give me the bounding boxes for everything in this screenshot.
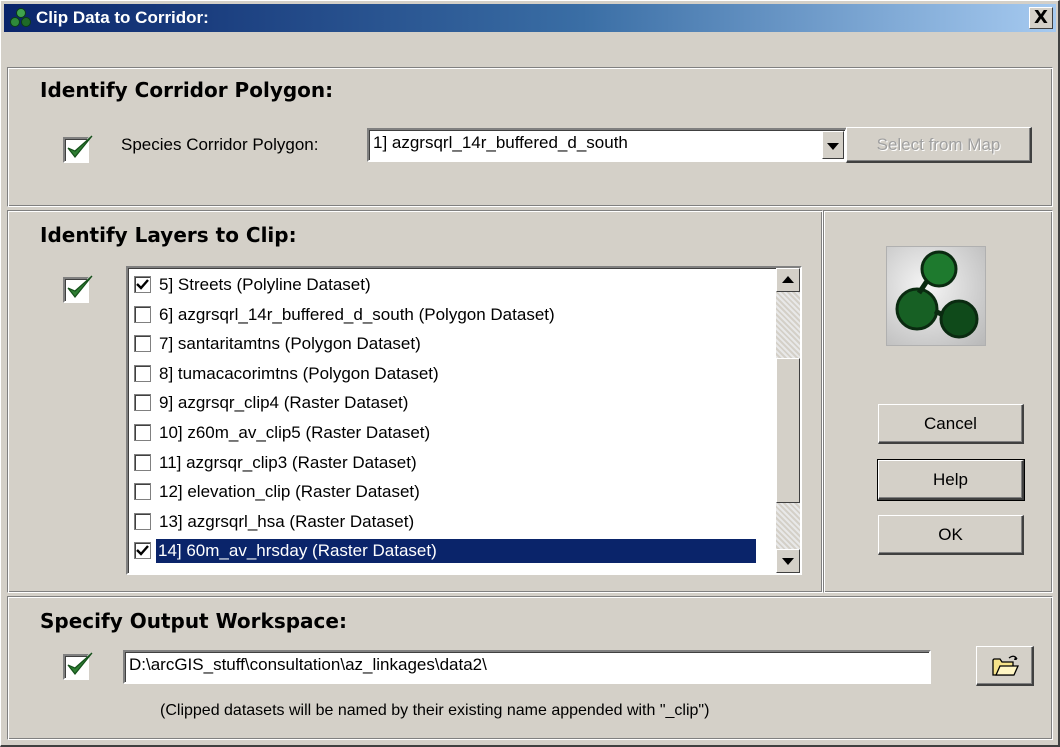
check-mark-icon <box>136 545 149 557</box>
layer-label: 6] azgrsqrl_14r_buffered_d_south (Polygo… <box>159 304 555 324</box>
output-path-input[interactable]: D:\arcGIS_stuff\consultation\az_linkages… <box>123 650 931 684</box>
corridor-app-icon <box>10 8 31 27</box>
layer-label: 10] z60m_av_clip5 (Raster Dataset) <box>159 423 431 442</box>
layer-label: 8] tumacacorimtns (Polygon Dataset) <box>159 363 439 383</box>
layer-checkbox[interactable] <box>134 483 151 501</box>
layer-checkbox[interactable] <box>134 394 151 412</box>
layer-label: 11] azgrsqr_clip3 (Raster Dataset) <box>159 452 417 472</box>
corridor-panel: Identify Corridor Polygon: Species Corri… <box>7 67 1053 207</box>
layer-checkbox[interactable] <box>134 364 151 382</box>
close-button[interactable]: X <box>1029 7 1053 29</box>
layer-checkbox[interactable] <box>134 276 151 293</box>
actions-panel: Cancel Help OK <box>823 210 1053 593</box>
green-check-icon <box>67 135 93 158</box>
layer-checkbox[interactable] <box>134 542 151 560</box>
layers-enable-checkbox[interactable] <box>63 275 93 303</box>
layer-label: 9] azgrsqr_clip4 (Raster Dataset) <box>159 393 409 413</box>
ok-button[interactable]: OK <box>878 515 1024 555</box>
scroll-up-button[interactable] <box>776 268 800 292</box>
layers-scrollbar[interactable] <box>776 268 800 573</box>
chevron-up-icon <box>782 276 794 283</box>
layer-label: 12] elevation_clip (Raster Dataset) <box>159 482 420 502</box>
layers-panel: Identify Layers to Clip: 5] Streets (Pol… <box>7 210 823 593</box>
output-path-value: D:\arcGIS_stuff\consultation\az_linkages… <box>129 655 487 674</box>
layer-label: 7] santaritamtns (Polygon Dataset) <box>159 334 421 354</box>
layer-label: 5] Streets (Polyline Dataset) <box>159 275 371 294</box>
browse-folder-button[interactable] <box>976 646 1034 686</box>
cancel-button[interactable]: Cancel <box>878 404 1024 444</box>
corridor-heading: Identify Corridor Polygon: <box>40 78 334 102</box>
output-enable-checkbox[interactable] <box>63 652 93 680</box>
open-folder-icon <box>991 655 1019 676</box>
layers-list[interactable]: 5] Streets (Polyline Dataset) 6] azgrsqrl… <box>126 266 802 575</box>
species-corridor-value: 1] azgrsqrl_14r_buffered_d_south <box>373 133 628 152</box>
output-heading: Specify Output Workspace: <box>40 609 347 633</box>
layer-checkbox[interactable] <box>134 305 151 323</box>
title-bar[interactable]: Clip Data to Corridor: X <box>4 4 1056 32</box>
help-button[interactable]: Help <box>877 459 1025 501</box>
output-note: (Clipped datasets will be named by their… <box>160 702 710 719</box>
layer-checkbox[interactable] <box>134 424 151 441</box>
layer-label: 14] 60m_av_hrsday (Raster Dataset) <box>156 539 756 564</box>
layer-checkbox[interactable] <box>134 512 151 530</box>
species-corridor-label: Species Corridor Polygon: <box>121 135 319 154</box>
layer-checkbox[interactable] <box>134 453 151 471</box>
chevron-down-icon <box>827 143 839 150</box>
corridor-logo <box>886 246 986 346</box>
window-title: Clip Data to Corridor: <box>36 8 209 27</box>
check-mark-icon <box>136 279 149 290</box>
corridor-logo-icon <box>895 250 979 339</box>
layer-checkbox[interactable] <box>134 335 151 353</box>
output-panel: Specify Output Workspace: D:\arcGIS_stuf… <box>7 596 1053 740</box>
green-check-icon <box>67 652 93 675</box>
scroll-thumb[interactable] <box>776 358 800 503</box>
layers-heading: Identify Layers to Clip: <box>40 223 297 247</box>
corridor-enable-checkbox[interactable] <box>63 135 93 163</box>
green-check-icon <box>67 275 93 298</box>
chevron-down-icon <box>782 558 794 565</box>
select-from-map-button[interactable]: Select from Map <box>846 127 1032 163</box>
scroll-down-button[interactable] <box>776 549 800 573</box>
layer-label: 13] azgrsqrl_hsa (Raster Dataset) <box>159 511 415 531</box>
species-corridor-select[interactable]: 1] azgrsqrl_14r_buffered_d_south <box>367 128 847 162</box>
dropdown-arrow-button[interactable] <box>822 131 844 159</box>
dialog-window: Clip Data to Corridor: X Identify Corrid… <box>0 0 1060 747</box>
